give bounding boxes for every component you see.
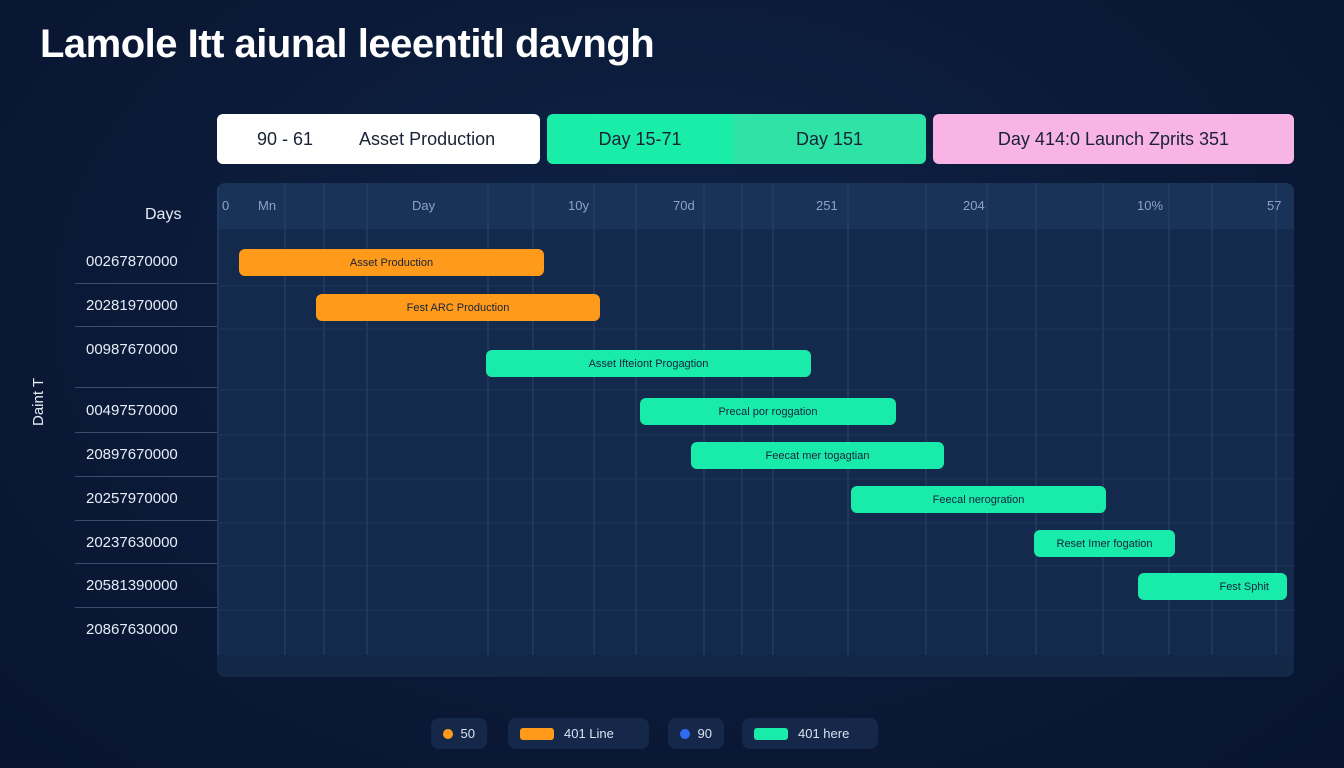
chart-footer [217, 655, 1294, 677]
legend-item[interactable]: 90 [668, 718, 724, 749]
x-tick-label: 251 [816, 198, 838, 213]
row-label: 20581390000 [86, 577, 178, 594]
row-separator [75, 607, 218, 608]
legend-label: 401 here [798, 726, 850, 741]
gantt-bar[interactable]: Fest ARC Production [316, 294, 600, 321]
row-label: 00987670000 [86, 341, 178, 358]
legend-label: 90 [697, 726, 712, 741]
phase-segment-left: Day 15-71 [547, 114, 733, 164]
phase-launch[interactable]: Day 414:0 Launch Zprits 351 [933, 114, 1294, 164]
row-separator [75, 563, 218, 564]
row-separator [75, 520, 218, 521]
legend-item[interactable]: 50 [431, 718, 487, 749]
gantt-bar[interactable]: Asset Production [239, 249, 544, 276]
legend-label: 401 Line [564, 726, 614, 741]
row-separator [75, 283, 218, 284]
phase-day-15-71[interactable]: Day 15-71 Day 151 [547, 114, 926, 164]
row-label: 20281970000 [86, 297, 178, 314]
row-label: 20257970000 [86, 490, 178, 507]
legend-swatch-icon [520, 727, 554, 740]
row-label: 20867630000 [86, 621, 178, 638]
legend-item[interactable]: 401 Line [508, 718, 649, 749]
x-tick-label: Day [412, 198, 436, 213]
row-label: 20897670000 [86, 446, 178, 463]
phase-range: 90 - 61 [257, 128, 314, 149]
row-label: 00497570000 [86, 402, 178, 419]
chart-title: Lamole Itt aiunal leeentitl davngh [40, 22, 655, 66]
y-axis-title: Daint T [30, 377, 47, 426]
x-tick-label: 57 [1267, 198, 1282, 213]
x-tick-label: 10% [1137, 198, 1164, 213]
gantt-bar[interactable]: Feecal nerogration [851, 486, 1106, 513]
row-separator [75, 432, 218, 433]
legend-label: 50 [460, 726, 475, 741]
x-tick-label: 0 [222, 198, 230, 213]
row-label: 20237630000 [86, 534, 178, 551]
x-tick-label: 204 [963, 198, 985, 213]
x-tick-label: 70d [673, 198, 695, 213]
phase-segment-right: Day 151 [733, 114, 926, 164]
phase-name: Asset Production [359, 128, 496, 149]
row-separator [75, 476, 218, 477]
gantt-bar[interactable]: Fest Sphit [1138, 573, 1287, 600]
x-tick-label: Mn [258, 198, 277, 213]
gantt-bar[interactable]: Asset Ifteiont Progagtion [486, 350, 811, 377]
gantt-bar[interactable]: Feecat mer togagtian [691, 442, 944, 469]
row-separator [75, 387, 218, 388]
phase-asset-production[interactable]: 90 - 61 Asset Production [217, 114, 540, 164]
legend-swatch-icon [754, 727, 788, 740]
gantt-bar[interactable]: Precal por roggation [640, 398, 896, 425]
legend-dot-icon [680, 728, 690, 739]
row-label: 00267870000 [86, 253, 178, 270]
x-tick-label: 10y [568, 198, 589, 213]
legend-dot-icon [443, 728, 453, 739]
gantt-bar[interactable]: Reset Imer fogation [1034, 530, 1175, 557]
row-separator [75, 326, 218, 327]
days-axis-label: Days [145, 206, 182, 223]
legend-item[interactable]: 401 here [742, 718, 878, 749]
